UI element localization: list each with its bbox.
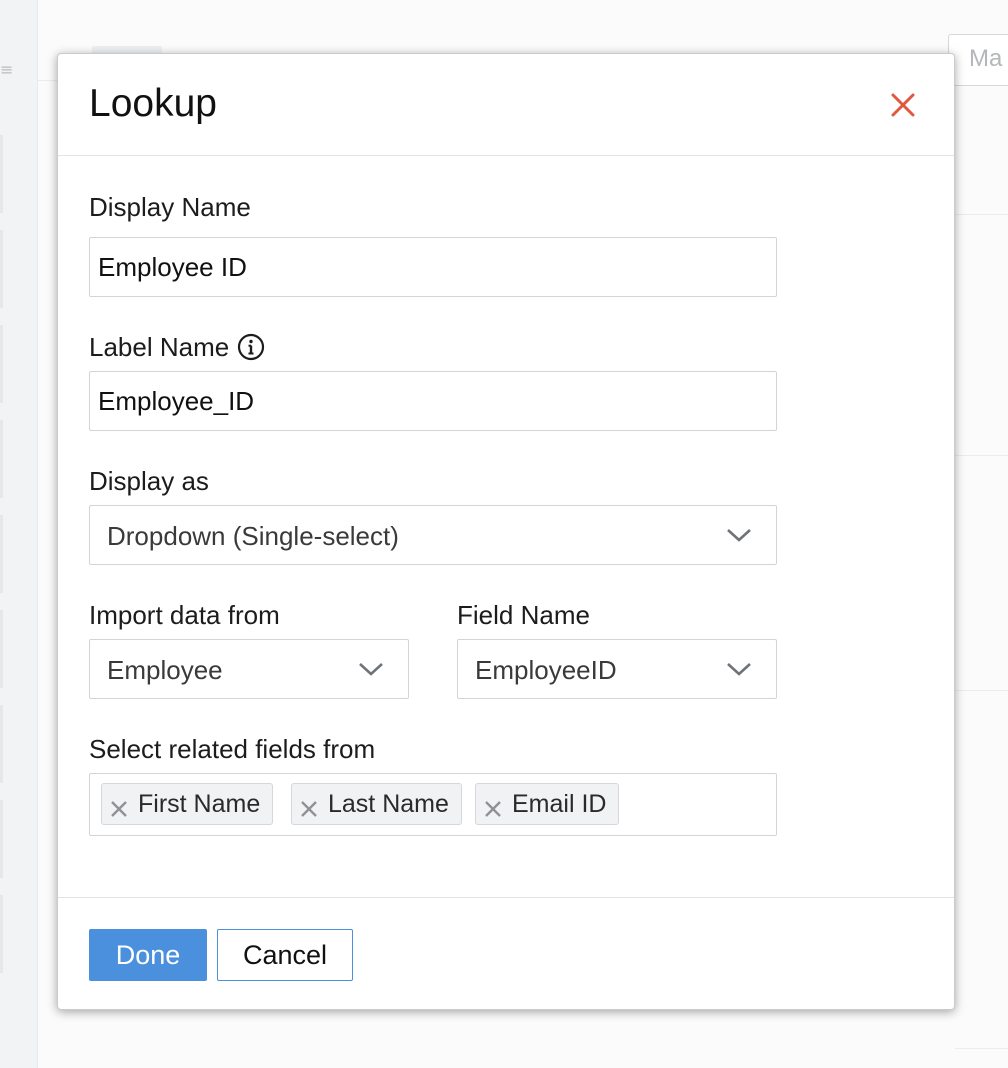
- label-name-label: Label Name: [89, 332, 265, 363]
- label-name-input[interactable]: [89, 371, 777, 431]
- field-name-select[interactable]: EmployeeID: [457, 639, 777, 699]
- tag-first-name: First Name: [101, 783, 274, 825]
- background-sidebar-item: [0, 135, 3, 213]
- chevron-down-icon: [726, 526, 752, 544]
- background-sidebar-item: [0, 230, 3, 308]
- remove-tag-icon[interactable]: [300, 796, 318, 817]
- display-as-select[interactable]: Dropdown (Single-select): [89, 505, 777, 565]
- background-sidebar-item: [0, 515, 3, 593]
- import-data-from-label: Import data from: [89, 600, 280, 630]
- import-data-from-value: Employee: [107, 655, 223, 685]
- tag-label: Last Name: [328, 790, 449, 818]
- chevron-down-icon: [726, 660, 752, 678]
- lookup-dialog: Lookup Display Name Label Name Display a…: [57, 53, 955, 1010]
- background-sidebar-item: [0, 420, 3, 498]
- tag-last-name: Last Name: [291, 783, 462, 825]
- background-search-input: Ma: [948, 34, 1008, 86]
- tag-label: Email ID: [512, 790, 607, 818]
- background-sidebar-item: [0, 325, 3, 403]
- cancel-button[interactable]: Cancel: [217, 929, 353, 981]
- done-button[interactable]: Done: [89, 929, 207, 981]
- background-divider: [955, 214, 1008, 215]
- background-divider: [955, 455, 1008, 456]
- background-sidebar-item: [0, 610, 3, 688]
- tag-label: First Name: [138, 790, 261, 818]
- background-divider: [955, 690, 1008, 691]
- display-name-label: Display Name: [89, 192, 251, 222]
- import-data-from-select[interactable]: Employee: [89, 639, 409, 699]
- background-sidebar-item: [0, 705, 3, 783]
- label-name-text: Label Name: [89, 332, 230, 362]
- tag-email-id: Email ID: [475, 783, 620, 825]
- related-fields-label: Select related fields from: [89, 734, 376, 764]
- remove-tag-icon[interactable]: [110, 796, 128, 817]
- dialog-title: Lookup: [89, 82, 217, 125]
- background-sidebar-item: [0, 895, 3, 973]
- background-sidebar-item: [0, 800, 3, 878]
- field-name-value: EmployeeID: [475, 655, 617, 685]
- chevron-down-icon: [358, 660, 384, 678]
- display-as-label: Display as: [89, 466, 209, 496]
- display-as-value: Dropdown (Single-select): [107, 521, 399, 551]
- remove-tag-icon[interactable]: [484, 796, 502, 817]
- background-divider: [955, 1048, 1008, 1049]
- display-name-input[interactable]: [89, 237, 777, 297]
- close-icon[interactable]: [886, 88, 920, 122]
- dialog-footer-divider: [58, 897, 954, 898]
- drag-handle-icon: ≡: [0, 60, 14, 79]
- dialog-header: Lookup: [58, 54, 954, 156]
- info-icon[interactable]: [237, 333, 265, 361]
- field-name-label: Field Name: [457, 600, 590, 630]
- background-sidebar: [0, 0, 38, 1068]
- related-fields-multiselect[interactable]: First Name Last Name Email ID: [89, 773, 777, 836]
